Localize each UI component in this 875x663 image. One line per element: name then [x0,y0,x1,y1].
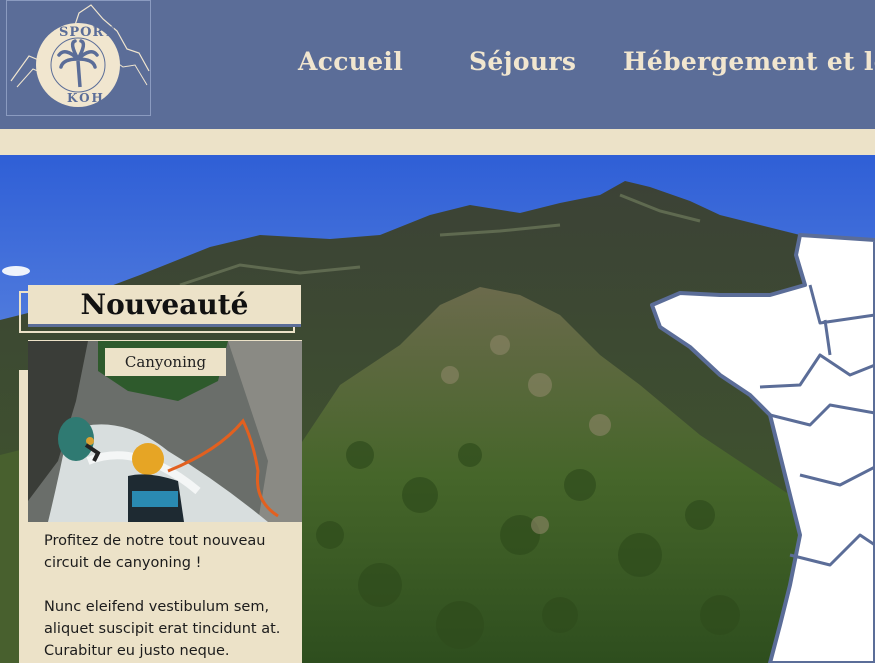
nav-hebergement[interactable]: Hébergement et loc [623,47,875,76]
nav-sejours[interactable]: Séjours [469,47,576,76]
logo-text-top: SPORT [59,25,115,40]
news-card-header: Nouveauté [28,285,301,327]
activity-tag[interactable]: Canyoning [105,348,226,376]
activity-tag-label: Canyoning [124,353,207,371]
card-accent-bar [19,370,28,663]
header-band [0,129,875,155]
news-card-title: Nouveauté [80,288,249,321]
site-header: SPORT KOH Accueil Séjours Hébergement et… [0,0,875,129]
nav-accueil[interactable]: Accueil [298,47,403,76]
news-card-text: Profitez de notre tout nouveau circuit d… [44,530,292,662]
logo-text-bottom: KOH [67,91,105,105]
news-card-paragraph-1: Profitez de notre tout nouveau circuit d… [44,533,266,571]
main-nav: Accueil Séjours Hébergement et loc [0,47,875,83]
news-card-paragraph-2: Nunc eleifend vestibulum sem, aliquet su… [44,599,281,659]
